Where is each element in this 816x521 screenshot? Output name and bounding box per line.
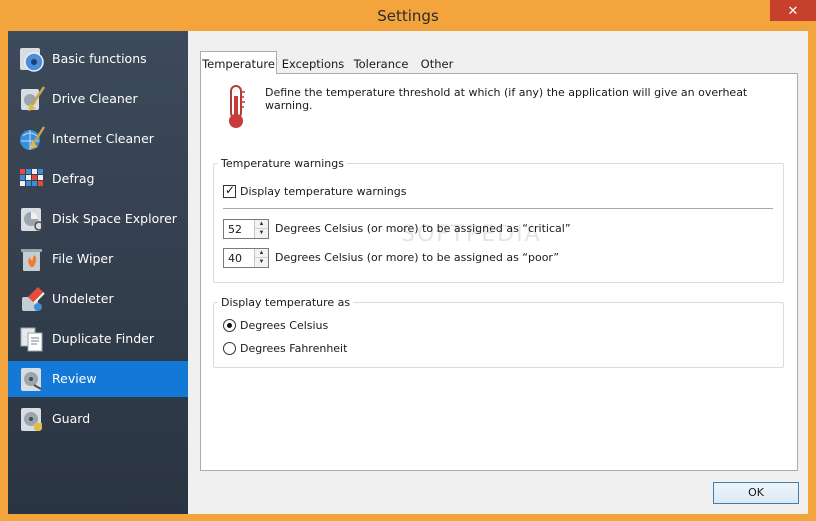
disk-review-icon bbox=[21, 368, 42, 391]
gear-disc-icon bbox=[20, 48, 44, 72]
documents-icon bbox=[20, 327, 43, 352]
sidebar-item-label: Drive Cleaner bbox=[52, 91, 138, 106]
disk-guard-icon bbox=[21, 408, 42, 431]
stepper-up-icon[interactable]: ▲ bbox=[255, 220, 268, 229]
stepper-up-icon[interactable]: ▲ bbox=[255, 249, 268, 258]
separator bbox=[223, 208, 773, 209]
settings-window: Settings ✕ Basic functions Drive Cleaner… bbox=[0, 0, 816, 521]
sidebar-item-label: File Wiper bbox=[52, 251, 114, 266]
tab-temperature[interactable]: Temperature bbox=[200, 51, 277, 74]
sidebar-item-label: Basic functions bbox=[52, 51, 147, 66]
stepper-buttons: ▲ ▼ bbox=[254, 249, 268, 267]
thermometer-icon bbox=[229, 85, 245, 128]
globe-broom-icon bbox=[20, 126, 46, 150]
tab-exceptions[interactable]: Exceptions bbox=[280, 54, 346, 74]
temperature-panel: Define the temperature threshold at whic… bbox=[200, 73, 798, 471]
title-bar[interactable]: Settings ✕ bbox=[0, 0, 816, 31]
fahrenheit-label: Degrees Fahrenheit bbox=[240, 342, 348, 355]
sidebar-item-label: Guard bbox=[52, 411, 91, 426]
ok-button[interactable]: OK bbox=[713, 482, 799, 504]
tab-other[interactable]: Other bbox=[416, 54, 458, 74]
critical-label: Degrees Celsius (or more) to be assigned… bbox=[275, 222, 571, 235]
defrag-grid-icon bbox=[20, 169, 43, 186]
poor-value: 40 bbox=[228, 252, 242, 265]
sidebar-item-label: Internet Cleaner bbox=[52, 131, 154, 146]
sidebar-item-drive-cleaner[interactable]: Drive Cleaner bbox=[8, 81, 188, 117]
ok-label: OK bbox=[748, 486, 764, 499]
tab-label: Exceptions bbox=[281, 57, 345, 71]
tab-tolerance[interactable]: Tolerance bbox=[350, 54, 412, 74]
poor-label: Degrees Celsius (or more) to be assigned… bbox=[275, 251, 560, 264]
sidebar: Basic functions Drive Cleaner Internet C… bbox=[8, 31, 188, 514]
sidebar-item-basic-functions[interactable]: Basic functions bbox=[8, 41, 188, 77]
display-warnings-checkbox[interactable] bbox=[223, 183, 236, 198]
critical-value: 52 bbox=[228, 223, 242, 236]
poor-temperature-stepper[interactable]: 40 ▲ ▼ bbox=[223, 248, 269, 268]
temperature-warnings-legend: Temperature warnings bbox=[218, 157, 347, 170]
sidebar-item-disk-space-explorer[interactable]: Disk Space Explorer bbox=[8, 201, 188, 237]
critical-temperature-stepper[interactable]: 52 ▲ ▼ bbox=[223, 219, 269, 239]
sidebar-item-review[interactable]: Review bbox=[8, 361, 188, 397]
display-warnings-label: Display temperature warnings bbox=[240, 185, 407, 198]
display-temperature-legend: Display temperature as bbox=[218, 296, 354, 309]
stepper-buttons: ▲ ▼ bbox=[254, 220, 268, 238]
tab-label: Tolerance bbox=[353, 57, 409, 71]
stepper-down-icon[interactable]: ▼ bbox=[255, 258, 268, 267]
tab-label: Temperature bbox=[202, 57, 275, 71]
sidebar-item-guard[interactable]: Guard bbox=[8, 401, 188, 437]
celsius-radio[interactable] bbox=[223, 319, 236, 332]
sidebar-item-label: Duplicate Finder bbox=[52, 331, 154, 346]
temperature-description: Define the temperature threshold at whic… bbox=[265, 86, 748, 112]
tab-label: Other bbox=[420, 57, 454, 71]
close-button[interactable]: ✕ bbox=[770, 0, 816, 21]
eraser-icon bbox=[22, 287, 45, 311]
client-area: Basic functions Drive Cleaner Internet C… bbox=[8, 31, 808, 514]
broom-disk-icon bbox=[21, 86, 46, 111]
sidebar-item-label: Undeleter bbox=[52, 291, 114, 306]
sidebar-item-file-wiper[interactable]: File Wiper bbox=[8, 241, 188, 277]
sidebar-item-undeleter[interactable]: Undeleter bbox=[8, 281, 188, 317]
window-title: Settings bbox=[377, 7, 439, 25]
sidebar-item-defrag[interactable]: Defrag bbox=[8, 161, 188, 197]
sidebar-item-duplicate-finder[interactable]: Duplicate Finder bbox=[8, 321, 188, 357]
celsius-label: Degrees Celsius bbox=[240, 319, 329, 332]
sidebar-item-label: Disk Space Explorer bbox=[52, 211, 177, 226]
fire-bin-icon bbox=[21, 249, 42, 271]
temperature-warnings-group: Temperature warnings Display temperature… bbox=[213, 157, 784, 283]
sidebar-item-internet-cleaner[interactable]: Internet Cleaner bbox=[8, 121, 188, 157]
close-icon: ✕ bbox=[787, 3, 799, 18]
fahrenheit-radio[interactable] bbox=[223, 342, 236, 355]
sidebar-item-label: Review bbox=[52, 371, 97, 386]
stepper-down-icon[interactable]: ▼ bbox=[255, 229, 268, 238]
display-temperature-group: Display temperature as Degrees Celsius D… bbox=[213, 296, 784, 368]
sidebar-item-label: Defrag bbox=[52, 171, 95, 186]
disk-pie-icon bbox=[21, 208, 44, 231]
